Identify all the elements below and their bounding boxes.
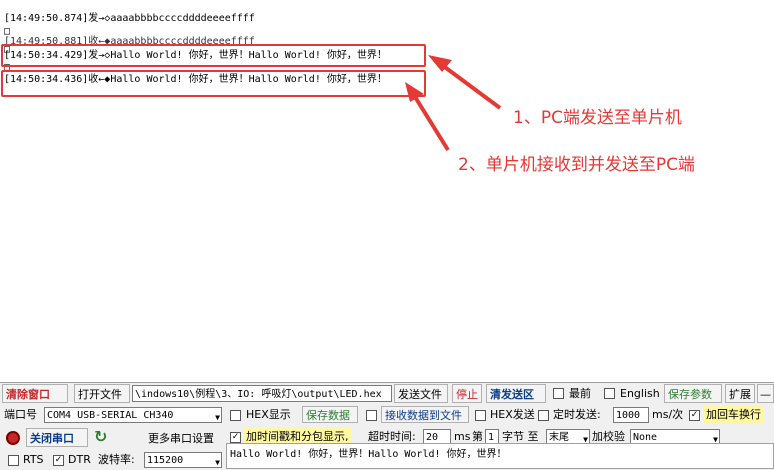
annotation-first: 1、PC端发送至单片机 xyxy=(513,108,682,128)
port-status-icon xyxy=(6,431,20,445)
more-settings-button[interactable]: 更多串口设置 xyxy=(144,428,222,447)
english-label: English xyxy=(620,387,660,400)
port-select-value: COM4 USB-SERIAL CH340 xyxy=(47,410,174,421)
clear-window-button[interactable]: 清除窗口 xyxy=(2,384,68,403)
refresh-icon[interactable]: ↻ xyxy=(94,427,107,446)
collapse-button[interactable]: — xyxy=(757,384,774,403)
open-file-button[interactable]: 打开文件 xyxy=(74,384,130,403)
dtr-label: DTR xyxy=(68,453,91,466)
annotation-arrows xyxy=(405,55,502,152)
send-text-area[interactable]: Hallo World! 你好，世界！Hallo World! 你好，世界！ xyxy=(226,443,774,469)
arrow-line-2 xyxy=(410,90,450,152)
annotation-second: 2、单片机接收到并发送至PC端 xyxy=(458,155,695,175)
timestamp-checkbox[interactable]: ✓ xyxy=(230,432,241,443)
save-data-button[interactable]: 保存数据 xyxy=(302,406,358,423)
rts-label: RTS xyxy=(23,453,44,466)
add-crlf-label: 加回车换行 xyxy=(704,406,763,423)
rts-checkbox[interactable] xyxy=(8,455,19,466)
interval-unit: ms/次 xyxy=(652,408,684,421)
stop-button[interactable]: 停止 xyxy=(452,384,482,403)
front-checkbox[interactable] xyxy=(553,388,564,399)
chevron-down-icon: ▼ xyxy=(215,458,220,467)
receive-log-area[interactable]: [14:49:50.874]发→◇aaaabbbbccccddddeeeefff… xyxy=(0,0,774,382)
english-checkbox[interactable] xyxy=(604,388,615,399)
expand-button[interactable]: 扩展 xyxy=(725,384,755,403)
control-panel: 清除窗口 打开文件 \indows10\例程\3、IO: 呼吸灯\output\… xyxy=(0,382,774,470)
recv-to-file-checkbox[interactable] xyxy=(366,410,377,421)
timed-send-label: 定时发送: xyxy=(553,408,601,421)
hex-display-checkbox[interactable] xyxy=(230,410,241,421)
end-select-value: 末尾 xyxy=(549,432,569,443)
baud-select-value: 115200 xyxy=(147,455,184,466)
dtr-checkbox[interactable]: ✓ xyxy=(53,455,64,466)
hex-send-label: HEX发送 xyxy=(490,408,535,421)
arrow-head-2 xyxy=(405,82,424,102)
interval-input[interactable]: 1000 xyxy=(613,407,649,423)
close-port-button[interactable]: 关闭串口 xyxy=(26,428,88,447)
send-file-button[interactable]: 发送文件 xyxy=(394,384,448,403)
port-label: 端口号 xyxy=(4,408,37,421)
baud-select[interactable]: 115200 ▼ xyxy=(144,452,222,468)
checksum-select-value: None xyxy=(633,432,658,443)
timed-send-checkbox[interactable] xyxy=(538,410,549,421)
recv-to-file-button[interactable]: 接收数据到文件 xyxy=(381,406,469,423)
arrow-line-1 xyxy=(436,60,502,110)
baud-label: 波特率: xyxy=(98,453,135,466)
chevron-down-icon: ▼ xyxy=(215,413,220,422)
port-select[interactable]: COM4 USB-SERIAL CH340 ▼ xyxy=(44,407,222,423)
front-label: 最前 xyxy=(569,387,591,400)
clear-send-button[interactable]: 清发送区 xyxy=(486,384,546,403)
hex-send-checkbox[interactable] xyxy=(475,410,486,421)
file-path-field[interactable]: \indows10\例程\3、IO: 呼吸灯\output\LED.hex xyxy=(132,385,392,402)
add-crlf-checkbox[interactable]: ✓ xyxy=(689,410,700,421)
save-params-button[interactable]: 保存参数 xyxy=(664,384,722,403)
hex-display-label: HEX显示 xyxy=(246,408,291,421)
